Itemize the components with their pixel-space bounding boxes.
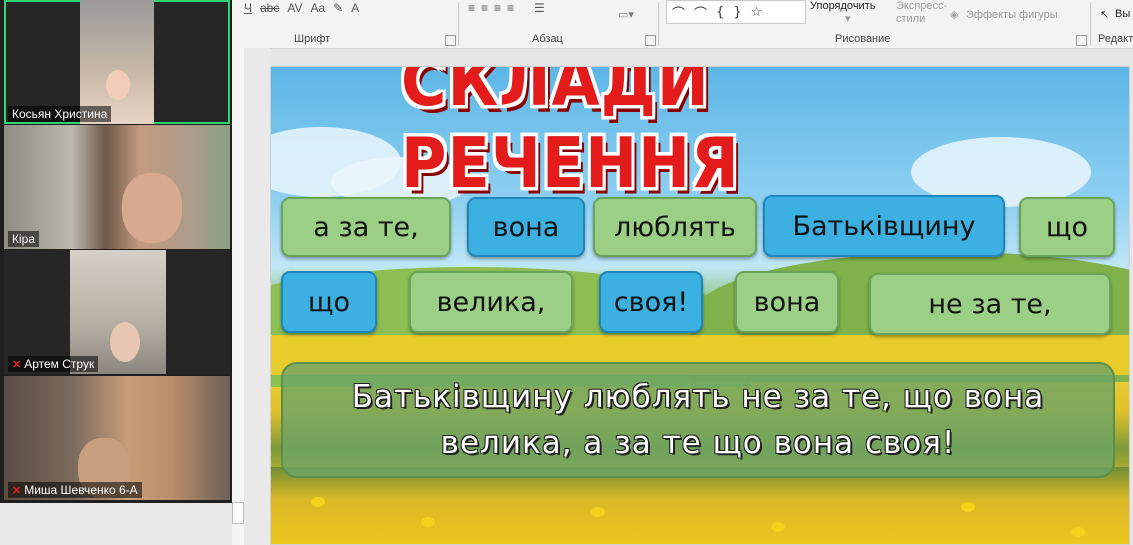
shape-effects-button[interactable]: Эффекты фигуры (966, 9, 1058, 21)
mic-off-icon: ✕ (12, 484, 22, 497)
participant-name-label: Косьян Христина (8, 106, 112, 122)
participant-name-label: ✕ Миша Шевченко 6-А (8, 482, 142, 498)
slide-title: СКЛАДИ РЕЧЕННЯ (401, 66, 740, 204)
paragraph-dialog-launcher-icon[interactable] (645, 35, 656, 46)
justify-icon[interactable]: ≡ (507, 1, 514, 15)
word-card[interactable]: вона (467, 197, 585, 257)
char-spacing-button[interactable]: AV (287, 1, 302, 15)
flower-decoration (311, 497, 325, 507)
flower-decoration (421, 517, 435, 527)
shape-arc-icon[interactable]: ⌒ (694, 3, 707, 22)
arrange-button[interactable]: Упорядочить (810, 0, 875, 12)
word-card[interactable]: не за те, (869, 273, 1111, 335)
word-card[interactable]: вона (735, 271, 839, 333)
face (106, 70, 130, 100)
quick-styles-button[interactable]: Экспресс- стили (896, 0, 952, 26)
word-card[interactable]: люблять (593, 197, 757, 257)
separator (1090, 2, 1091, 46)
strikethrough-button[interactable]: abc (260, 1, 279, 15)
participant-name: Артем Струк (24, 357, 95, 371)
font-group-label: Шрифт (294, 33, 331, 45)
flower-decoration (771, 522, 785, 532)
face (110, 322, 140, 362)
flower-decoration (961, 502, 975, 512)
select-button[interactable]: Вы (1115, 8, 1130, 20)
highlight-icon[interactable]: ✎ (333, 1, 343, 15)
mic-off-icon: ✕ (12, 358, 22, 371)
text-direction-icon[interactable]: ☰ (534, 1, 545, 15)
select-cursor-icon[interactable]: ↖ (1100, 8, 1109, 21)
underline-button[interactable]: Ч (244, 1, 252, 15)
word-card[interactable]: своя! (599, 271, 703, 333)
shape-curve-icon[interactable]: ⌒ (672, 3, 685, 22)
editing-group-label: Редакт (1098, 33, 1133, 45)
slide-canvas[interactable]: СКЛАДИ РЕЧЕННЯ а за те, вона люблять Бат… (270, 66, 1130, 545)
participants-panel: Косьян Христина Кіра ✕ Артем Струк ✕ Миша … (0, 0, 232, 503)
word-card[interactable]: Батьківщину (763, 195, 1005, 257)
arrange-dropdown-icon[interactable]: ▾ (845, 12, 851, 25)
drawing-dialog-launcher-icon[interactable] (1076, 35, 1087, 46)
face (122, 173, 182, 243)
separator (458, 2, 459, 46)
flower-decoration (591, 507, 605, 517)
scrollbar-thumb[interactable] (232, 502, 244, 524)
participant-tile[interactable]: Кіра (4, 125, 230, 249)
shape-star-icon[interactable]: ☆ (751, 5, 763, 20)
font-tools-row: Ч abc AV Aa ✎ A (244, 1, 359, 15)
align-right-icon[interactable]: ≡ (494, 1, 501, 15)
slide-thumbnails-pane[interactable] (232, 48, 244, 545)
font-dialog-launcher-icon[interactable] (445, 35, 456, 46)
shape-brace-right-icon[interactable]: } (733, 5, 741, 20)
shapes-gallery[interactable]: ⌒ ⌒ { } ☆ (666, 0, 806, 24)
word-card[interactable]: а за те, (281, 197, 451, 257)
change-case-button[interactable]: Aa (310, 1, 325, 15)
answer-text: Батьківщину люблять не за те, що вона ве… (351, 379, 1045, 461)
font-color-button[interactable]: A (351, 1, 359, 15)
paragraph-group-label: Абзац (532, 33, 563, 45)
paragraph-tools-row: ≡ ≡ ≡ ≡ ☰ (468, 1, 545, 15)
shape-effects-icon[interactable]: ◈ (950, 8, 958, 21)
smartart-icon[interactable]: ▭▾ (618, 8, 634, 21)
participant-tile[interactable]: Косьян Христина (4, 0, 230, 124)
align-center-icon[interactable]: ≡ (481, 1, 488, 15)
align-left-icon[interactable]: ≡ (468, 1, 475, 15)
shape-brace-left-icon[interactable]: { (716, 5, 724, 20)
flower-field (271, 467, 1129, 544)
participant-name-label: Кіра (8, 231, 40, 247)
participant-tile[interactable]: ✕ Артем Струк (4, 250, 230, 374)
participant-name: Миша Шевченко 6-А (24, 483, 138, 497)
participant-name-label: ✕ Артем Струк (8, 356, 99, 372)
word-card[interactable]: що (1019, 197, 1115, 257)
drawing-group-label: Рисование (835, 33, 891, 45)
word-card[interactable]: що (281, 271, 377, 333)
word-card[interactable]: велика, (409, 271, 573, 333)
flower-decoration (1071, 527, 1085, 537)
separator (658, 2, 659, 46)
participant-tile[interactable]: ✕ Миша Шевченко 6-А (4, 376, 230, 500)
participant-name: Кіра (12, 232, 36, 246)
participant-name: Косьян Христина (12, 107, 108, 121)
answer-box[interactable]: Батьківщину люблять не за те, що вона ве… (281, 362, 1115, 478)
